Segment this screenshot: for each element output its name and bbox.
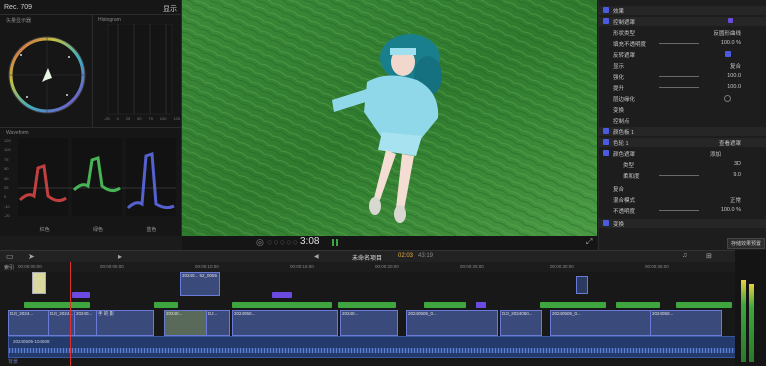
storyline-clip[interactable]: DJI_2024... (8, 310, 50, 336)
inspector-row[interactable]: 类型 3D (599, 160, 766, 169)
storyline-clip[interactable]: 20240... (74, 310, 98, 336)
audio-clip[interactable]: 20240505-104508 (8, 336, 736, 358)
scopes-title: Rec. 709 (4, 4, 33, 11)
vectorscope (8, 36, 86, 114)
headphones-icon[interactable]: ♫ (682, 252, 687, 259)
rgb-parade-waveform (18, 138, 176, 216)
waveform-channel-labels: 红色 绿色 蓝色 (39, 227, 157, 233)
viewer-transport-bar: ◎ ○○○○○ 3:08 ⤢ (182, 236, 597, 250)
histogram-label: Histogram (98, 17, 121, 23)
inspector-row[interactable]: 提升 100.0 (599, 83, 766, 92)
storyline-clip[interactable]: DJI_2024050... (500, 310, 542, 336)
playhead-position: 02:03 (398, 253, 414, 259)
playhead[interactable] (70, 262, 71, 366)
clip-appearance-icon[interactable]: ▭ (6, 252, 14, 261)
arrow-tool-icon[interactable]: ➤ (28, 252, 35, 261)
select-tool-icon[interactable]: ▸ (118, 252, 122, 261)
inspector-row[interactable]: 填充不透明度 100.0 % (599, 39, 766, 48)
title-clip[interactable] (476, 302, 486, 308)
project-duration: 43:19 (418, 253, 434, 259)
play-icon[interactable]: ◎ (256, 237, 264, 248)
inspector-row[interactable]: 层边缘化 (599, 94, 766, 103)
storyline-clip[interactable]: 20240... (164, 310, 208, 336)
storyline-clip[interactable]: DJI_2024... (48, 310, 76, 336)
ruler-tick: 00:00:00:00 (18, 264, 42, 269)
timeline-ruler[interactable]: 索引 00:00:00:00 00:00:05:00 00:00:10:00 0… (0, 262, 735, 272)
viewer-timecode: 3:08 (300, 236, 320, 247)
storyline-clip[interactable]: DJ... (206, 310, 230, 336)
ruler-tick: 00:00:25:00 (460, 264, 484, 269)
timecode-placeholder: ○○○○○ (267, 237, 300, 247)
ruler-tick: 00:00:30:00 (550, 264, 574, 269)
viewer-frame-image (182, 0, 597, 236)
adjustment-clip[interactable] (24, 302, 90, 308)
back-icon[interactable]: ◀ (314, 253, 319, 260)
connected-clip[interactable]: 20240... 52_0055 (180, 272, 220, 296)
audio-meters (735, 250, 766, 366)
inspector-row[interactable]: 色轮 1 查看遮罩 (599, 138, 766, 147)
audio-meter-left (332, 239, 334, 246)
inspector-row[interactable]: 混合模式 正常 (599, 195, 766, 204)
inspector-row[interactable]: 控制遮罩 (599, 17, 766, 26)
storyline-clip[interactable]: 20240505_0... (406, 310, 498, 336)
inspector-row[interactable]: 控制点 (599, 116, 766, 125)
audio-meter-right (336, 239, 338, 246)
ruler-tick: 00:00:20:00 (375, 264, 399, 269)
inspector-row[interactable]: 颜色板 1 (599, 127, 766, 136)
storyline-clip[interactable]: 20240... (340, 310, 398, 336)
inspector-row[interactable]: 变换 (599, 105, 766, 114)
ruler-tick: 00:00:35:00 (645, 264, 669, 269)
title-clip[interactable] (272, 292, 292, 298)
zoom-icon[interactable]: ⊞ (706, 252, 712, 260)
waveform-label: Waveform (6, 130, 29, 136)
video-scopes-panel: Rec. 709 显示 矢量显示器 Histogram -25 0 25 50 75 10… (0, 0, 182, 236)
background-track-label: 背景 (8, 359, 19, 365)
ruler-tick: 00:00:10:00 (195, 264, 219, 269)
inspector-row[interactable]: 复合 (599, 184, 766, 193)
connected-clip[interactable] (32, 272, 46, 294)
storyline-clip[interactable]: 2024050... (232, 310, 338, 336)
adjustment-clip[interactable] (616, 302, 660, 308)
inspector-row[interactable]: 柔和度 9.0 (599, 171, 766, 180)
adjustment-clip[interactable] (338, 302, 396, 308)
ruler-tick: 00:00:05:00 (100, 264, 124, 269)
fullscreen-icon[interactable]: ⤢ (586, 237, 592, 247)
vectorscope-label: 矢量显示器 (6, 18, 32, 24)
inspector-row[interactable]: 形状类型 反圆形曲线 (599, 28, 766, 37)
inspector-row[interactable]: 变换 (599, 219, 766, 228)
adjustment-clip[interactable] (424, 302, 466, 308)
inspector-row[interactable]: 效果 (599, 6, 766, 15)
inspector-panel: 效果 控制遮罩 形状类型 反圆形曲线 填充不透明度 100.0 % 反转遮罩 显示复… (598, 0, 766, 250)
inspector-row[interactable]: 强化 100.0 (599, 72, 766, 81)
histogram (107, 24, 173, 115)
storyline-clip[interactable]: 手 的 影 (96, 310, 154, 336)
connected-clip[interactable] (576, 276, 588, 294)
adjustment-clip[interactable] (232, 302, 332, 308)
scopes-show-menu[interactable]: 显示 (163, 4, 177, 14)
inspector-row[interactable]: 反转遮罩 (599, 50, 766, 59)
inspector-row[interactable]: 颜色遮罩 添加 (599, 149, 766, 158)
storyline-clip[interactable]: 20240505_0... (550, 310, 652, 336)
waveform-scale: 120 100 75 50 40 25 0 -10 -20 (4, 138, 11, 218)
adjustment-clip[interactable] (676, 302, 732, 308)
histogram-ticks: -25 0 25 50 75 100 125 (104, 116, 180, 121)
adjustment-clip[interactable] (540, 302, 606, 308)
timeline-tracks[interactable]: 20240... 52_0055 DJI_2024... DJI_2024...… (0, 262, 736, 366)
ruler-tick: 00:00:15:00 (290, 264, 314, 269)
viewer-panel (182, 0, 597, 236)
adjustment-clip[interactable] (154, 302, 178, 308)
inspector-row[interactable]: 不透明度 100.0 % (599, 206, 766, 215)
save-effects-preset-button[interactable]: 存储效果预置 (726, 238, 765, 249)
index-button[interactable]: 索引 (4, 264, 14, 271)
inspector-row[interactable]: 显示 复合 (599, 61, 766, 70)
title-clip[interactable] (72, 292, 90, 298)
project-name[interactable]: 未命名项目 (352, 253, 382, 262)
storyline-clip[interactable]: 2024050... (650, 310, 722, 336)
